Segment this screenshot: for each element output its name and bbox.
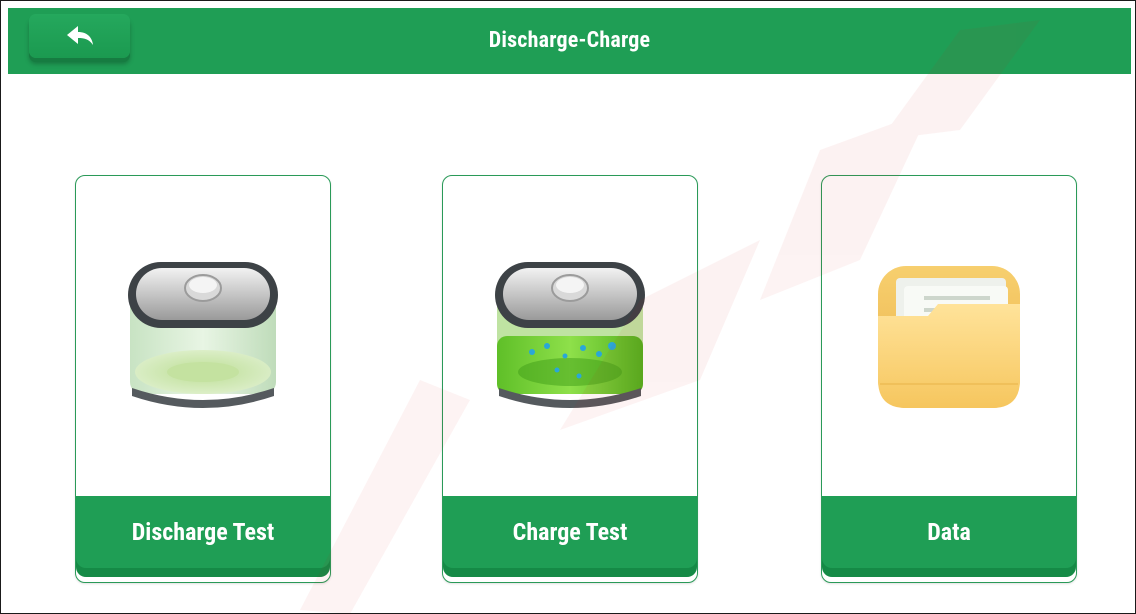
- back-button[interactable]: [29, 14, 130, 58]
- header-bar: Discharge-Charge: [8, 8, 1131, 74]
- discharge-test-label: Discharge Test: [76, 496, 330, 568]
- battery-charging-icon: [495, 262, 645, 408]
- app-window: Discharge-Charge Discharge Test Charge T…: [0, 0, 1136, 614]
- back-arrow-icon: [66, 26, 93, 45]
- data-label: Data: [822, 496, 1076, 568]
- folder-icon: [878, 266, 1020, 408]
- data-card[interactable]: Data: [821, 175, 1077, 583]
- charge-test-card[interactable]: Charge Test: [442, 175, 698, 583]
- charge-test-label: Charge Test: [443, 496, 697, 568]
- page-title: Discharge-Charge: [488, 28, 651, 53]
- discharge-test-card[interactable]: Discharge Test: [75, 175, 331, 583]
- battery-empty-icon: [128, 262, 278, 408]
